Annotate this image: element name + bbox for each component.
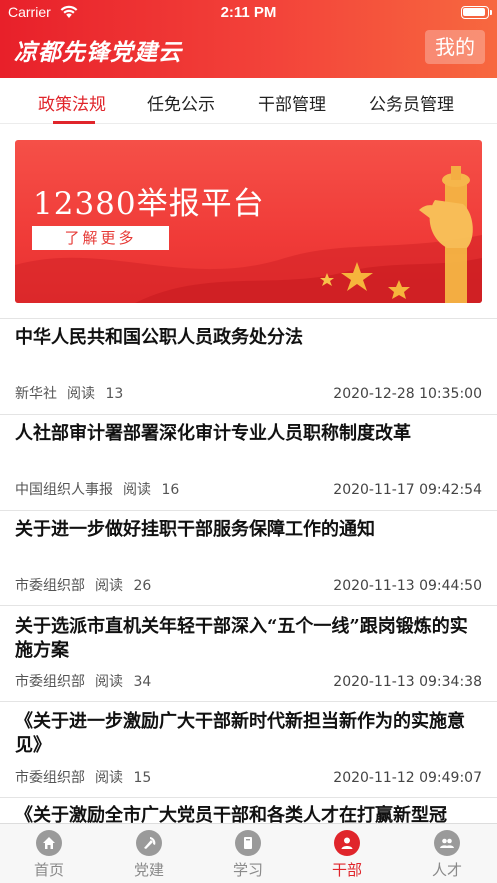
news-title: 《关于进一步激励广大干部新时代新担当新作为的实施意见》 <box>15 711 465 756</box>
battery-icon <box>461 6 492 19</box>
tab-appointment-notices[interactable]: 任免公示 <box>147 90 215 115</box>
app-header: Carrier 2:11 PM 凉都先锋党建云 我的 <box>0 0 497 78</box>
tabbar-label: 干部 <box>331 861 362 879</box>
tabbar-label: 学习 <box>232 861 263 879</box>
news-meta: 市委组织部 阅读 34 <box>15 671 151 691</box>
news-item[interactable]: 关于进一步做好挂职干部服务保障工作的通知 市委组织部 阅读 26 2020-11-… <box>0 510 497 605</box>
news-time: 2020-11-17 09:42:54 <box>333 482 482 498</box>
mine-button[interactable]: 我的 <box>425 30 485 64</box>
news-source: 中国组织人事报 <box>15 482 113 498</box>
news-time: 2020-12-28 10:35:00 <box>333 386 482 402</box>
news-title: 关于进一步做好挂职干部服务保障工作的通知 <box>15 519 375 540</box>
reads-count: 34 <box>133 674 152 690</box>
tabbar-label: 首页 <box>33 861 64 879</box>
news-meta: 新华社 阅读 13 <box>15 383 123 403</box>
status-bar: Carrier 2:11 PM <box>0 0 497 26</box>
tabbar-item-study[interactable]: 学习 <box>218 830 278 880</box>
tabbar-item-home[interactable]: 首页 <box>19 830 79 880</box>
news-item[interactable]: 关于选派市直机关年轻干部深入“五个一线”跟岗锻炼的实施方案 市委组织部 阅读 34… <box>0 605 497 701</box>
news-source: 市委组织部 <box>15 578 85 594</box>
reads-label: 阅读 <box>95 674 123 690</box>
news-title: 中华人民共和国公职人员政务处分法 <box>15 327 303 348</box>
news-item[interactable]: 中华人民共和国公职人员政务处分法 新华社 阅读 13 2020-12-28 10:… <box>0 318 497 414</box>
news-item[interactable]: 人社部审计署部署深化审计专业人员职称制度改革 中国组织人事报 阅读 16 2020… <box>0 414 497 510</box>
news-item[interactable]: 《关于激励全市广大党员干部和各类人才在打赢新型冠 <box>0 797 497 823</box>
news-meta: 市委组织部 阅读 15 <box>15 767 151 787</box>
reads-count: 13 <box>105 386 124 402</box>
app-title: 凉都先锋党建云 <box>14 40 182 66</box>
reads-label: 阅读 <box>95 770 123 786</box>
tab-civil-servant-management[interactable]: 公务员管理 <box>369 90 454 115</box>
news-title: 人社部审计署部署深化审计专业人员职称制度改革 <box>15 423 411 444</box>
category-tabs: 政策法规 任免公示 干部管理 公务员管理 <box>0 78 497 124</box>
reads-label: 阅读 <box>123 482 151 498</box>
banner-title: 12380举报平台 <box>33 186 265 222</box>
learn-more-button[interactable]: 了解更多 <box>32 226 169 250</box>
reads-count: 15 <box>133 770 152 786</box>
news-item[interactable]: 《关于进一步激励广大干部新时代新担当新作为的实施意见》 市委组织部 阅读 15 2… <box>0 701 497 797</box>
news-title: 《关于激励全市广大党员干部和各类人才在打赢新型冠 <box>15 805 447 823</box>
reads-count: 26 <box>133 578 152 594</box>
tab-policy-regulations[interactable]: 政策法规 <box>38 90 106 115</box>
news-source: 市委组织部 <box>15 674 85 690</box>
reads-count: 16 <box>161 482 180 498</box>
news-source: 新华社 <box>15 386 57 402</box>
news-title: 关于选派市直机关年轻干部深入“五个一线”跟岗锻炼的实施方案 <box>15 616 468 661</box>
news-meta: 中国组织人事报 阅读 16 <box>15 479 179 499</box>
active-tab-indicator <box>53 121 95 124</box>
news-time: 2020-11-13 09:34:38 <box>333 674 482 690</box>
bottom-tab-bar: 首页 党建 学习 干部 人才 <box>0 823 497 883</box>
tabbar-label: 人才 <box>431 861 462 879</box>
group-icon <box>434 830 460 856</box>
reads-label: 阅读 <box>95 578 123 594</box>
news-time: 2020-11-13 09:44:50 <box>333 578 482 594</box>
party-emblem-icon <box>136 830 162 856</box>
tabbar-item-cadre[interactable]: 干部 <box>317 830 377 880</box>
report-platform-banner[interactable]: 12380举报平台 了解更多 <box>15 140 482 303</box>
book-icon <box>235 830 261 856</box>
person-icon <box>334 830 360 856</box>
clock: 2:11 PM <box>220 4 277 21</box>
tabbar-item-talent[interactable]: 人才 <box>417 830 477 880</box>
reads-label: 阅读 <box>67 386 95 402</box>
tabbar-label: 党建 <box>133 861 164 879</box>
news-source: 市委组织部 <box>15 770 85 786</box>
news-time: 2020-11-12 09:49:07 <box>333 770 482 786</box>
tabbar-item-party[interactable]: 党建 <box>119 830 179 880</box>
news-meta: 市委组织部 阅读 26 <box>15 575 151 595</box>
tab-cadre-management[interactable]: 干部管理 <box>258 90 326 115</box>
home-icon <box>36 830 62 856</box>
